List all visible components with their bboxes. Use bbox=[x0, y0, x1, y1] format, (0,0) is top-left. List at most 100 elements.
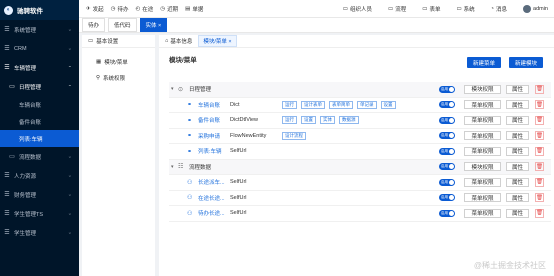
action-tag[interactable]: 运行 bbox=[282, 100, 297, 109]
collapse-caret-icon[interactable]: ▾ bbox=[171, 164, 174, 170]
topbar-nav-item[interactable]: ◷ 近期 bbox=[160, 5, 178, 13]
permission-button[interactable]: 菜单权限 bbox=[464, 193, 501, 203]
permission-button[interactable]: 菜单权限 bbox=[464, 115, 501, 125]
permission-button[interactable]: 菜单权限 bbox=[464, 146, 501, 156]
content-tab[interactable]: ⌂ 基本信息 bbox=[165, 37, 192, 45]
properties-button[interactable]: 属性 bbox=[506, 193, 529, 203]
enable-toggle[interactable]: 启用 bbox=[439, 147, 455, 155]
enable-toggle[interactable]: 启用 bbox=[439, 209, 455, 217]
sidebar-item[interactable]: ▭ 日程管理 ⌃ bbox=[0, 77, 79, 96]
page-tab[interactable]: 实体 × bbox=[139, 18, 168, 32]
action-tag[interactable]: 设置 bbox=[301, 116, 316, 125]
sidebar-item[interactable]: ☰ 系统管理 ⌄ bbox=[0, 20, 79, 39]
properties-button[interactable]: 属性 bbox=[506, 162, 529, 172]
collapse-caret-icon[interactable]: ▾ bbox=[171, 86, 174, 92]
sidebar-item[interactable]: 备件台账 bbox=[0, 113, 79, 130]
enable-toggle[interactable]: 启用 bbox=[439, 85, 455, 93]
sidebar-item[interactable]: ☰ 人力资源 ⌄ bbox=[0, 166, 79, 185]
sidebar-item[interactable]: ☰ CRM ⌄ bbox=[0, 39, 79, 58]
app-logo[interactable]: ◐ 驰骋软件 bbox=[0, 0, 79, 20]
delete-icon[interactable]: 🗑 bbox=[535, 100, 544, 110]
topbar-nav-item[interactable]: ◷ 待办 bbox=[111, 5, 129, 13]
action-tag[interactable]: 设计流程 bbox=[282, 131, 306, 140]
settings-panel-header[interactable]: ▭ 基本设置 bbox=[82, 35, 155, 48]
action-tag[interactable]: 设计表单 bbox=[301, 100, 325, 109]
enable-toggle[interactable]: 启用 bbox=[439, 163, 455, 171]
action-tag[interactable]: 表单简单 bbox=[329, 100, 353, 109]
delete-icon[interactable]: 🗑 bbox=[535, 193, 544, 203]
menu-item-name[interactable]: 备件台账 bbox=[198, 116, 228, 124]
delete-icon[interactable]: 🗑 bbox=[535, 208, 544, 218]
sidebar-item[interactable]: ▭ 流程数据 ⌄ bbox=[0, 147, 79, 166]
sidebar-item[interactable]: ☰ 财务管理 ⌄ bbox=[0, 185, 79, 204]
topbar-action[interactable]: ▭ 系统 bbox=[456, 5, 474, 13]
topbar-action[interactable]: ▭ 组织人员 bbox=[343, 5, 372, 13]
menu-item-name[interactable]: 待办长途... bbox=[198, 209, 228, 217]
delete-icon[interactable]: 🗑 bbox=[535, 131, 544, 141]
page-tab[interactable]: 待办 bbox=[82, 18, 106, 32]
properties-button[interactable]: 属性 bbox=[506, 115, 529, 125]
action-tag[interactable]: 单记录 bbox=[357, 100, 377, 109]
topbar-nav-item[interactable]: ◴ 在途 bbox=[135, 5, 153, 13]
menu-item-name[interactable]: 在途长途... bbox=[198, 194, 228, 202]
action-tag[interactable]: 实体 bbox=[320, 116, 335, 125]
permission-button[interactable]: 菜单权限 bbox=[464, 131, 501, 141]
module-menu-table: ▾ ⊙ 日程管理 启用 模块权限 属性 🗑 ⚭ 车辆台账 Dict 运行 设计表单 表单简单 单记录 设置启… bbox=[169, 82, 551, 222]
sidebar-item-label: 列表:车辆 bbox=[19, 136, 43, 143]
properties-button[interactable]: 属性 bbox=[506, 100, 529, 110]
item-icon: ⚲ bbox=[96, 75, 101, 81]
sidebar-item[interactable]: 列表:车辆 bbox=[0, 130, 79, 147]
menu-item-name[interactable]: 列表:车辆 bbox=[198, 147, 228, 155]
permission-button[interactable]: 菜单权限 bbox=[464, 100, 501, 110]
permission-button[interactable]: 菜单权限 bbox=[464, 208, 501, 218]
tab-label: 模块/菜单 × bbox=[203, 39, 232, 45]
action-tag[interactable]: 运行 bbox=[282, 116, 297, 125]
delete-icon[interactable]: 🗑 bbox=[535, 115, 544, 125]
enable-toggle[interactable]: 启用 bbox=[439, 194, 455, 202]
delete-icon[interactable]: 🗑 bbox=[535, 84, 544, 94]
permission-button[interactable]: 模块权限 bbox=[464, 84, 501, 94]
user-menu[interactable]: admin bbox=[523, 4, 548, 13]
delete-icon[interactable]: 🗑 bbox=[535, 177, 544, 187]
topbar-nav-item[interactable]: ▤ 单据 bbox=[185, 5, 203, 13]
delete-icon[interactable]: 🗑 bbox=[535, 146, 544, 156]
sidebar-item[interactable]: ☰ 学生管理TS ⌄ bbox=[0, 204, 79, 223]
page-tab[interactable]: 低代码 bbox=[108, 18, 137, 32]
chevron-icon: ⌄ bbox=[67, 230, 72, 235]
properties-button[interactable]: 属性 bbox=[506, 208, 529, 218]
new-menu-button[interactable]: 新建菜单 bbox=[467, 57, 502, 68]
enable-toggle[interactable]: 启用 bbox=[439, 178, 455, 186]
sidebar-item[interactable]: 车辆台账 bbox=[0, 96, 79, 113]
enable-toggle[interactable]: 启用 bbox=[439, 101, 455, 109]
chevron-icon: ⌄ bbox=[67, 27, 72, 32]
enable-toggle[interactable]: 启用 bbox=[439, 116, 455, 124]
menu-row: ⚭ 采购申请 FlowNewEntity 设计流程 启用 菜单权限 属性 🗑 bbox=[169, 129, 551, 144]
new-module-button[interactable]: 新建模块 bbox=[509, 57, 544, 68]
settings-nav-item[interactable]: ▦ 模块/菜单 bbox=[82, 54, 155, 70]
sidebar-item[interactable]: ☰ 车辆管理 ⌃ bbox=[0, 58, 79, 77]
permission-button[interactable]: 菜单权限 bbox=[464, 177, 501, 187]
properties-button[interactable]: 属性 bbox=[506, 177, 529, 187]
enable-toggle[interactable]: 启用 bbox=[439, 132, 455, 140]
nav-label: 待办 bbox=[117, 6, 129, 13]
action-label: 表单 bbox=[429, 6, 441, 13]
menu-item-name[interactable]: 长途派车... bbox=[198, 178, 228, 186]
properties-button[interactable]: 属性 bbox=[506, 131, 529, 141]
topbar-action[interactable]: ▭ 流程 bbox=[388, 5, 406, 13]
action-tag[interactable]: 数据源 bbox=[339, 116, 359, 125]
topbar-action[interactable]: ▭ 表单 bbox=[422, 5, 440, 13]
menu-item-name[interactable]: 采购申请 bbox=[198, 132, 228, 140]
menu-item-icon: ⚭ bbox=[187, 133, 193, 140]
sidebar-item[interactable]: ☰ 学生管理 ⌄ bbox=[0, 223, 79, 242]
properties-button[interactable]: 属性 bbox=[506, 146, 529, 156]
action-tag[interactable]: 设置 bbox=[380, 100, 396, 109]
delete-icon[interactable]: 🗑 bbox=[535, 162, 544, 172]
topbar-action[interactable]: ◔ 消息 bbox=[491, 5, 507, 13]
menu-item-name[interactable]: 车辆台账 bbox=[198, 101, 228, 109]
topbar-nav-item[interactable]: ✈ 发起 bbox=[86, 5, 104, 13]
permission-button[interactable]: 模块权限 bbox=[464, 162, 501, 172]
sidebar: ◐ 驰骋软件 ☰ 系统管理 ⌄ ☰ CRM ⌄ ☰ 车辆管理 ⌃ ▭ 日程管理 ⌃ 车辆台账 备件台账列表… bbox=[0, 0, 79, 276]
content-tab[interactable]: 模块/菜单 × bbox=[198, 35, 237, 47]
settings-nav-item[interactable]: ⚲ 系统权限 bbox=[82, 70, 155, 86]
properties-button[interactable]: 属性 bbox=[506, 84, 529, 94]
